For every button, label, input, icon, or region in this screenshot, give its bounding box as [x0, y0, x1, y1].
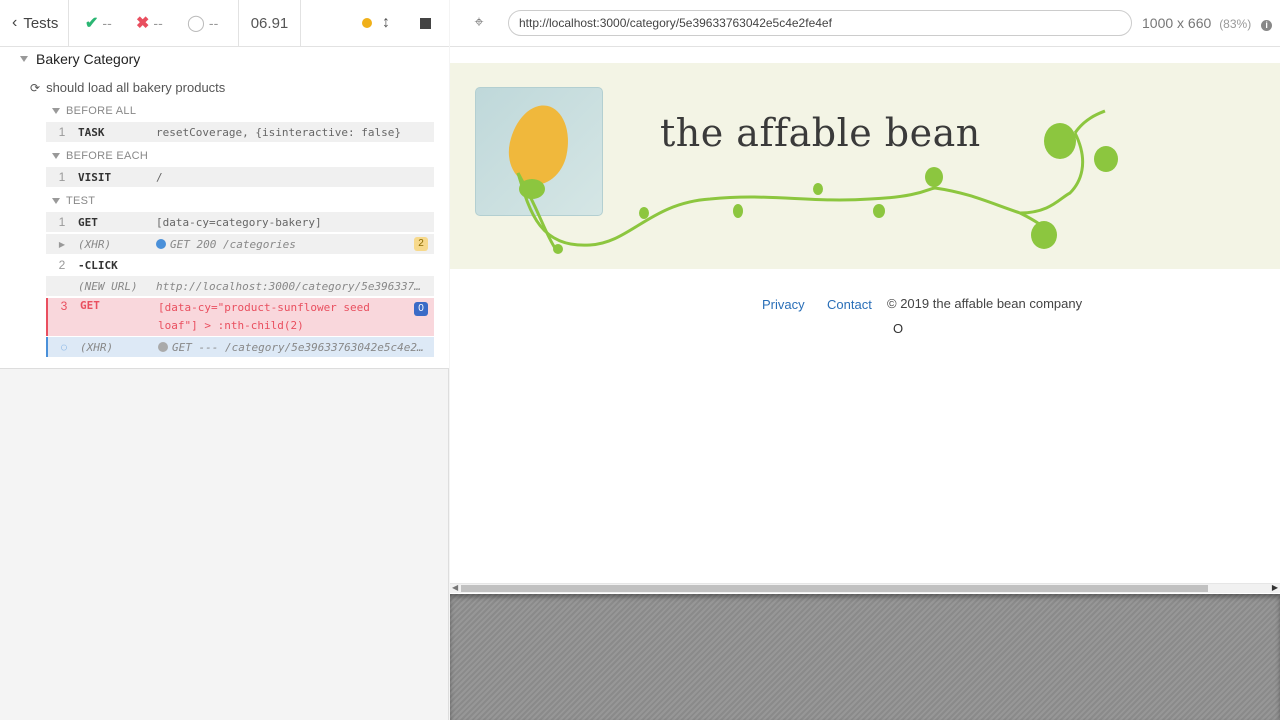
viewport-scale: (83%)	[1219, 17, 1252, 31]
aut-header: ⌖ http://localhost:3000/category/5e39633…	[450, 0, 1280, 47]
command-row[interactable]: 1 GET [data-cy=category-bakery]	[46, 212, 434, 232]
viewport-size: 1000 x 660	[1142, 15, 1212, 31]
duration: 06.91	[239, 0, 301, 47]
cypress-runner: ‹ Tests ✔ -- ✖ -- ◯ -- 06.91 ↕ Bakery Ca…	[0, 0, 1280, 720]
scrollbar-thumb[interactable]	[461, 585, 1208, 592]
command-message: /	[156, 170, 163, 184]
reporter-body: Bakery Category ⟳ should load all bakery…	[0, 47, 449, 369]
hook-label: TEST	[66, 195, 96, 207]
command-name: -CLICK	[78, 258, 118, 272]
xhr-message: GET 200 /categories	[170, 237, 296, 251]
collapse-triangle-icon	[52, 108, 60, 114]
site-header-banner: the affable bean	[450, 63, 1280, 269]
command-name: (XHR)	[80, 340, 114, 354]
failed-count: --	[153, 15, 163, 31]
command-name: GET	[80, 299, 100, 312]
reporter-header: ‹ Tests ✔ -- ✖ -- ◯ -- 06.91 ↕	[0, 0, 449, 47]
hook-test[interactable]: TEST	[52, 195, 95, 207]
pending-circle-icon: ◯	[187, 15, 205, 32]
command-number: 2	[58, 258, 66, 272]
command-row-pending[interactable]: ◌ (XHR) GET --- /category/5e39633763042e…	[46, 337, 434, 357]
auto-scroll-toggle-icon[interactable]: ↕	[382, 15, 390, 31]
test-title-text: should load all bakery products	[46, 80, 226, 95]
command-name: (NEW URL)	[78, 279, 138, 293]
command-name: (XHR)	[78, 237, 112, 251]
xhr-status-dot-icon	[158, 341, 168, 352]
check-icon: ✔	[85, 15, 99, 32]
copyright-text: © 2019 the affable bean company	[887, 296, 1083, 311]
collapse-triangle-icon	[52, 153, 60, 159]
command-row-failed[interactable]: 3 GET [data-cy="product-sunflower seed l…	[46, 298, 434, 336]
command-name: GET	[78, 215, 98, 229]
scroll-right-icon[interactable]: ▶	[1272, 583, 1278, 592]
passed-count: --	[102, 15, 112, 31]
loading-glyph: O	[893, 321, 904, 336]
run-controls: ↕	[301, 15, 449, 31]
spinner-icon: ◌	[60, 340, 68, 354]
command-row[interactable]: 2 -CLICK	[46, 255, 434, 275]
pending-stat: ◯ --	[187, 13, 238, 33]
hook-label: BEFORE ALL	[66, 105, 137, 117]
refresh-icon: ⟳	[30, 80, 41, 95]
x-icon: ✖	[136, 15, 150, 32]
expand-triangle-icon: ▶	[58, 239, 66, 249]
count-badge: 0	[414, 302, 428, 316]
reporter-panel: ‹ Tests ✔ -- ✖ -- ◯ -- 06.91 ↕ Bakery Ca…	[0, 0, 449, 720]
command-row-xhr[interactable]: ▶ (XHR) GET 200 /categories 2	[46, 234, 434, 254]
viewport-info[interactable]: 1000 x 660 (83%) i	[1142, 15, 1273, 31]
command-row[interactable]: 1 VISIT /	[46, 167, 434, 187]
command-number: 1	[58, 215, 66, 229]
pending-count: --	[208, 15, 219, 31]
scroll-left-icon[interactable]: ◀	[452, 583, 458, 592]
collapse-triangle-icon	[20, 56, 28, 62]
privacy-link[interactable]: Privacy	[762, 297, 805, 312]
tests-button[interactable]: ‹ Tests	[0, 0, 69, 47]
stop-icon[interactable]	[420, 17, 431, 29]
command-message: GET --- /category/5e39633763042e5c4e2fe4…	[158, 341, 434, 354]
stats: ✔ -- ✖ -- ◯ --	[69, 0, 239, 47]
command-message: [data-cy="product-sunflower seed loaf"] …	[158, 301, 370, 332]
xhr-status-dot-icon	[156, 238, 166, 249]
chevron-left-icon: ‹	[12, 14, 18, 31]
command-number: 3	[60, 299, 68, 313]
failed-stat: ✖ --	[136, 13, 187, 33]
command-name: TASK	[78, 125, 105, 139]
command-message: http://localhost:3000/category/5e3963376…	[156, 279, 434, 293]
suite-title[interactable]: Bakery Category	[20, 51, 140, 67]
command-row-new-url[interactable]: (NEW URL) http://localhost:3000/category…	[46, 276, 434, 296]
command-message: GET 200 /categories	[156, 238, 414, 251]
horizontal-scrollbar[interactable]: ◀ ▶	[450, 583, 1280, 593]
count-badge: 2	[414, 237, 428, 251]
test-title[interactable]: ⟳ should load all bakery products	[30, 80, 225, 95]
contact-link[interactable]: Contact	[827, 297, 872, 312]
suite-title-text: Bakery Category	[36, 51, 141, 67]
command-message: [data-cy=category-bakery]	[156, 215, 322, 229]
hook-before-each[interactable]: BEFORE EACH	[52, 150, 148, 162]
running-indicator-icon	[362, 18, 372, 28]
app-under-test-panel: ⌖ http://localhost:3000/category/5e39633…	[450, 0, 1280, 720]
command-name: VISIT	[78, 170, 112, 184]
url-bar[interactable]: http://localhost:3000/category/5e3963376…	[508, 10, 1132, 36]
tests-label: Tests	[23, 14, 59, 32]
command-number: 1	[58, 125, 66, 139]
xhr-message: GET --- /category/5e39633763042e5c4e2fe4…	[172, 340, 434, 354]
command-message: resetCoverage, {isinteractive: false}	[156, 125, 402, 139]
info-icon: i	[1261, 20, 1273, 31]
command-row[interactable]: 1 TASK resetCoverage, {isinteractive: fa…	[46, 122, 434, 142]
collapse-triangle-icon	[52, 198, 60, 204]
vine-decoration	[516, 109, 1118, 254]
aut-iframe: the affable bean Privacy Contact © 2019 …	[450, 47, 1280, 583]
hook-label: BEFORE EACH	[66, 150, 149, 162]
viewport-backdrop	[450, 594, 1280, 720]
crosshair-icon[interactable]: ⌖	[450, 14, 508, 32]
command-number: 1	[58, 170, 66, 184]
passed-stat: ✔ --	[85, 13, 136, 33]
hook-before-all[interactable]: BEFORE ALL	[52, 105, 136, 117]
